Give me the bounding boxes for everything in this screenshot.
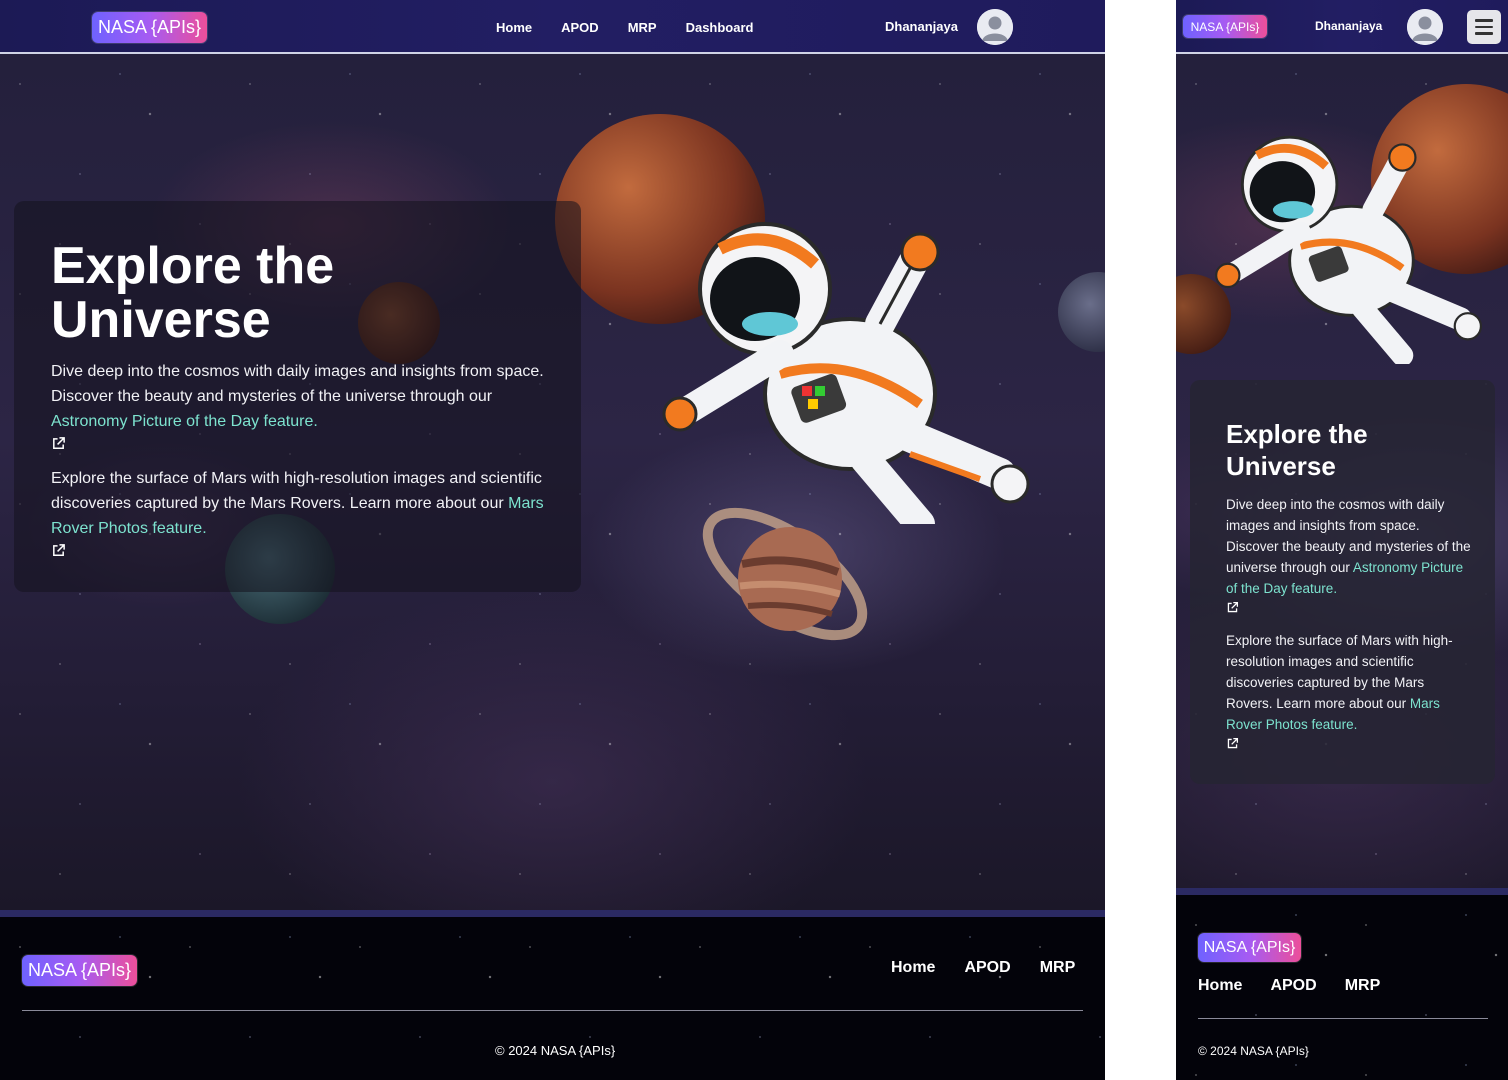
hero-paragraph-mrp-text: Explore the surface of Mars with high-re… [51,470,542,512]
footer-divider [22,1010,1083,1011]
user-name: Dhananjaya [885,19,958,34]
mobile-footer-link-home[interactable]: Home [1198,977,1242,995]
hero-paragraph-apod: Dive deep into the cosmos with daily ima… [51,359,561,459]
nav-link-apod[interactable]: APOD [561,20,599,35]
mobile-view: NASA {APIs} Dhananjaya Explore the Unive… [1176,0,1508,1080]
mobile-footer-nav: Home APOD MRP [1198,977,1380,995]
external-link-icon[interactable] [51,436,66,451]
footer-nav: Home APOD MRP [891,959,1075,977]
brand-logo[interactable]: NASA {APIs} [92,12,207,43]
footer: NASA {APIs} Home APOD MRP © 2024 NASA {A… [0,910,1105,1080]
mobile-hero-section: Explore the Universe Dive deep into the … [1176,54,1508,888]
external-link-icon[interactable] [51,543,66,558]
external-link-icon[interactable] [1226,601,1239,614]
footer-link-home[interactable]: Home [891,959,935,977]
astronaut-illustration [662,222,1030,524]
mobile-brand-logo[interactable]: NASA {APIs} [1183,15,1267,38]
apod-feature-link[interactable]: Astronomy Picture of the Day feature. [51,413,318,430]
mobile-copyright-text: © 2024 NASA {APIs} [1198,1044,1309,1058]
hero-paragraph-apod-text: Dive deep into the cosmos with daily ima… [51,363,544,405]
footer-link-apod[interactable]: APOD [964,959,1010,977]
external-link-icon[interactable] [1226,737,1239,750]
mobile-footer-link-apod[interactable]: APOD [1270,977,1316,995]
footer-brand-logo[interactable]: NASA {APIs} [22,955,137,986]
hamburger-menu-icon[interactable] [1467,10,1501,44]
mobile-hero-paragraph-mrp: Explore the surface of Mars with high-re… [1226,630,1471,756]
hero-paragraph-mrp: Explore the surface of Mars with high-re… [51,466,561,566]
mobile-user-name: Dhananjaya [1315,19,1383,33]
mobile-footer-link-mrp[interactable]: MRP [1345,977,1381,995]
nav-link-dashboard[interactable]: Dashboard [686,20,754,35]
mobile-navbar: NASA {APIs} Dhananjaya [1176,0,1508,54]
mobile-hero-paragraph-apod: Dive deep into the cosmos with daily ima… [1226,494,1471,620]
mobile-astronaut-illustration [1215,135,1482,364]
mobile-user-avatar-icon[interactable] [1407,9,1443,45]
user-avatar-icon[interactable] [977,9,1013,45]
nav-link-mrp[interactable]: MRP [628,20,657,35]
desktop-view: NASA {APIs} Home APOD MRP Dashboard Dhan… [0,0,1105,1080]
hero-card: Explore the Universe Dive deep into the … [14,201,581,592]
hero-title: Explore the Universe [51,237,335,349]
nav-menu: Home APOD MRP Dashboard [496,20,753,35]
navbar: NASA {APIs} Home APOD MRP Dashboard Dhan… [0,0,1105,54]
mobile-footer-divider [1198,1018,1488,1019]
mobile-footer-brand-logo[interactable]: NASA {APIs} [1198,933,1301,962]
copyright-text: © 2024 NASA {APIs} [495,1043,616,1058]
footer-link-mrp[interactable]: MRP [1040,959,1076,977]
mobile-hero-title: Explore the Universe [1226,419,1368,481]
hero-section: Explore the Universe Dive deep into the … [0,54,1105,910]
nav-link-home[interactable]: Home [496,20,532,35]
mobile-footer: NASA {APIs} Home APOD MRP © 2024 NASA {A… [1176,888,1508,1080]
mobile-hero-card: Explore the Universe Dive deep into the … [1190,380,1495,784]
